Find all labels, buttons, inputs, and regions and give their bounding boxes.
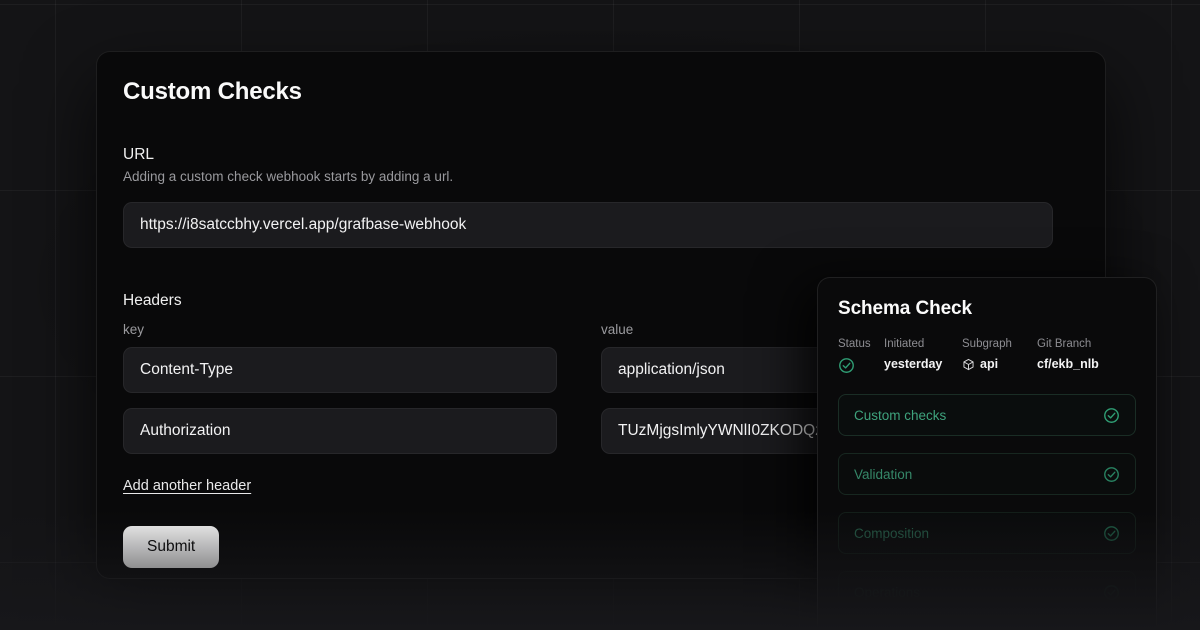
screenshot-root: Custom Checks URL Adding a custom check … [0, 0, 1200, 630]
meta-git-branch: Git Branch cf/ekb_nlb [1037, 338, 1136, 374]
circle-check-icon [838, 357, 855, 374]
meta-git-branch-value: cf/ekb_nlb [1037, 357, 1136, 371]
schema-check-meta: Status Initiated yesterday Subgraph [838, 338, 1136, 374]
page-title: Custom Checks [123, 78, 1079, 106]
add-another-header-link[interactable]: Add another header [123, 478, 251, 494]
meta-status-value [838, 357, 884, 374]
check-row-validation[interactable]: Validation [838, 453, 1136, 495]
circle-check-icon [1103, 466, 1120, 483]
background-bottom-fade [0, 510, 1200, 630]
header-key-input-1[interactable]: Authorization [123, 408, 557, 454]
header-key-input-0[interactable]: Content-Type [123, 347, 557, 393]
url-input[interactable]: https://i8satccbhy.vercel.app/grafbase-w… [123, 202, 1053, 248]
meta-git-branch-label: Git Branch [1037, 338, 1136, 350]
url-label: URL [123, 145, 1079, 164]
meta-status-label: Status [838, 338, 884, 350]
meta-subgraph-value: api [980, 357, 998, 371]
meta-subgraph-value-wrap: api [962, 357, 1037, 371]
header-key-column-label: key [123, 322, 557, 337]
meta-subgraph-label: Subgraph [962, 338, 1037, 350]
meta-initiated-label: Initiated [884, 338, 962, 350]
check-label: Custom checks [854, 408, 946, 423]
meta-initiated-value: yesterday [884, 357, 962, 371]
url-section: URL Adding a custom check webhook starts… [123, 145, 1079, 248]
header-row: Content-Type [123, 347, 557, 393]
cube-icon [962, 358, 975, 371]
url-hint: Adding a custom check webhook starts by … [123, 169, 1079, 184]
check-label: Validation [854, 467, 912, 482]
circle-check-icon [1103, 407, 1120, 424]
header-row: Authorization [123, 408, 557, 454]
schema-check-title: Schema Check [838, 298, 1136, 320]
meta-status: Status [838, 338, 884, 374]
meta-initiated: Initiated yesterday [884, 338, 962, 374]
meta-subgraph: Subgraph api [962, 338, 1037, 374]
check-row-custom-checks[interactable]: Custom checks [838, 394, 1136, 436]
